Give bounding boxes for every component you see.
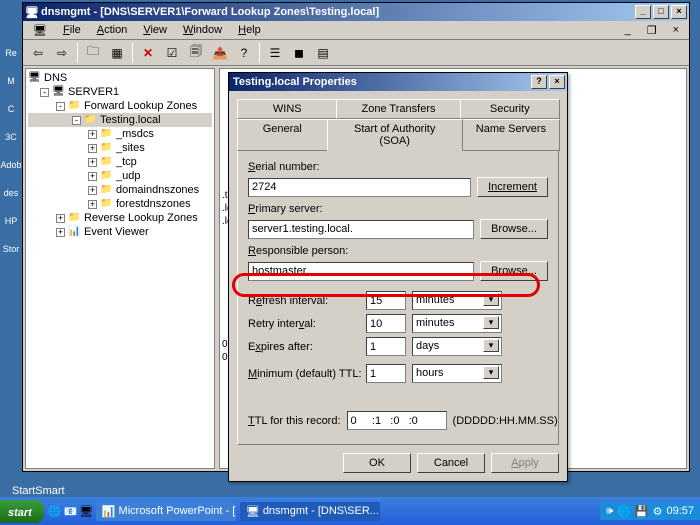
tree-flz[interactable]: -📁Forward Lookup Zones xyxy=(28,99,212,113)
taskbar-item-dnsmgmt[interactable]: 🖥dnsmgmt - [DNS\SER... xyxy=(240,502,380,521)
tree-server[interactable]: -🖥SERVER1 xyxy=(28,85,212,99)
browse-responsible-button[interactable]: Browse... xyxy=(480,261,548,281)
dialog-title: Testing.local Properties xyxy=(231,76,529,88)
menubar: 🖥 File Action View Window Help _ ❐ × xyxy=(23,21,689,40)
startsmart-label: StartSmart xyxy=(12,485,65,497)
browse-primary-button[interactable]: Browse... xyxy=(480,219,548,239)
tab-security[interactable]: Security xyxy=(460,99,560,119)
refresh-label: Refresh interval: xyxy=(248,295,360,307)
toolbar: ⇦ ⇨ 🗀 ▦ ✕ ☑ 🗐 📤 ? ☰ ◼ ▤ xyxy=(23,40,689,66)
up-button[interactable]: 🗀 xyxy=(82,42,104,64)
serial-input[interactable] xyxy=(248,178,471,197)
primary-label: Primary server: xyxy=(248,203,548,215)
filter-button[interactable]: ☰ xyxy=(264,42,286,64)
child-restore-button[interactable]: ❐ xyxy=(639,22,665,39)
app-icon-small: 🖥 xyxy=(25,22,55,39)
forward-button[interactable]: ⇨ xyxy=(51,42,73,64)
back-button[interactable]: ⇦ xyxy=(27,42,49,64)
responsible-label: Responsible person: xyxy=(248,245,548,257)
refresh-value-input[interactable] xyxy=(366,291,406,310)
desktop-icons: ReMC3CAdobdesHPStor xyxy=(0,30,22,272)
tree-pane[interactable]: 🖥DNS -🖥SERVER1 -📁Forward Lookup Zones -📁… xyxy=(25,68,215,469)
dialog-close-button[interactable]: × xyxy=(549,75,565,89)
tab-wins[interactable]: WINS xyxy=(237,99,337,119)
dialog-titlebar[interactable]: Testing.local Properties ? × xyxy=(229,73,567,91)
apply-button[interactable]: Apply xyxy=(491,453,559,473)
start-button[interactable]: start xyxy=(0,500,44,523)
tree-rlz[interactable]: +📁Reverse Lookup Zones xyxy=(28,211,212,225)
child-close-button[interactable]: × xyxy=(665,22,687,38)
help-button[interactable]: ? xyxy=(233,42,255,64)
menu-view[interactable]: View xyxy=(135,22,175,38)
tab-name-servers[interactable]: Name Servers xyxy=(462,119,560,151)
expires-value-input[interactable] xyxy=(366,337,406,356)
tab-soa[interactable]: Start of Authority (SOA) xyxy=(327,119,463,151)
maximize-button[interactable]: □ xyxy=(653,5,669,19)
menu-action[interactable]: Action xyxy=(89,22,136,38)
quick-launch-icon[interactable]: 🌐 xyxy=(48,505,62,518)
tree-sites[interactable]: +📁_sites xyxy=(28,141,212,155)
responsible-input[interactable] xyxy=(248,262,474,281)
tree-forestdns[interactable]: +📁forestdnszones xyxy=(28,197,212,211)
show-hide-button[interactable]: ▦ xyxy=(106,42,128,64)
expires-unit-dropdown[interactable]: days xyxy=(412,337,502,356)
menu-window[interactable]: Window xyxy=(175,22,230,38)
delete-button[interactable]: ✕ xyxy=(137,42,159,64)
tab-general[interactable]: General xyxy=(237,119,328,151)
properties-button[interactable]: ☑ xyxy=(161,42,183,64)
quick-launch-icon[interactable]: 📧 xyxy=(64,505,78,518)
ok-button[interactable]: OK xyxy=(343,453,411,473)
ttl-format-label: (DDDDD:HH.MM.SS) xyxy=(453,415,558,427)
increment-button[interactable]: Increment xyxy=(477,177,548,197)
cancel-button[interactable]: Cancel xyxy=(417,453,485,473)
retry-value-input[interactable] xyxy=(366,314,406,333)
ttl-record-input[interactable] xyxy=(347,411,447,430)
window-title: dnsmgmt - [DNS\SERVER1\Forward Lookup Zo… xyxy=(39,6,633,18)
taskbar-item-powerpoint[interactable]: 📊Microsoft PowerPoint - [... xyxy=(96,502,236,521)
retry-label: Retry interval: xyxy=(248,318,360,330)
tray-icon[interactable]: 💾 xyxy=(635,505,649,518)
dialog-help-button[interactable]: ? xyxy=(531,75,547,89)
min-ttl-unit-dropdown[interactable]: hours xyxy=(412,364,502,383)
tray-icon[interactable]: 🌐 xyxy=(617,505,631,518)
app-icon: 🖥 xyxy=(25,6,39,19)
system-tray[interactable]: 🕪 🌐 💾 ⚙ 09:57 xyxy=(600,503,700,520)
close-button[interactable]: × xyxy=(671,5,687,19)
tree-udp[interactable]: +📁_udp xyxy=(28,169,212,183)
main-titlebar[interactable]: 🖥 dnsmgmt - [DNS\SERVER1\Forward Lookup … xyxy=(23,3,689,21)
min-ttl-label: Minimum (default) TTL: xyxy=(248,368,360,380)
min-ttl-value-input[interactable] xyxy=(366,364,406,383)
serial-label: Serial number: xyxy=(248,161,548,173)
menu-file[interactable]: File xyxy=(55,22,89,38)
tree-msdcs[interactable]: +📁_msdcs xyxy=(28,127,212,141)
refresh-button[interactable]: 🗐 xyxy=(185,42,207,64)
taskbar: start 🌐 📧 🖥 📊Microsoft PowerPoint - [...… xyxy=(0,497,700,525)
refresh-unit-dropdown[interactable]: minutes xyxy=(412,291,502,310)
tray-clock: 09:57 xyxy=(666,505,694,517)
tray-icon[interactable]: 🕪 xyxy=(606,505,613,518)
tree-tcp[interactable]: +📁_tcp xyxy=(28,155,212,169)
tree-event-viewer[interactable]: +📊Event Viewer xyxy=(28,225,212,239)
tree-zone-testing[interactable]: -📁Testing.local xyxy=(28,113,212,127)
stop-button[interactable]: ◼ xyxy=(288,42,310,64)
tree-domaindns[interactable]: +📁domaindnszones xyxy=(28,183,212,197)
child-minimize-button[interactable]: _ xyxy=(617,22,639,38)
tree-root-dns[interactable]: 🖥DNS xyxy=(28,71,212,85)
primary-server-input[interactable] xyxy=(248,220,474,239)
tab-zone-transfers[interactable]: Zone Transfers xyxy=(336,99,460,119)
export-button[interactable]: 📤 xyxy=(209,42,231,64)
ttl-record-label: TTL for this record: xyxy=(248,415,341,427)
start-button[interactable]: ▤ xyxy=(312,42,334,64)
expires-label: Expires after: xyxy=(248,341,360,353)
tray-icon[interactable]: ⚙ xyxy=(653,505,663,518)
minimize-button[interactable]: _ xyxy=(635,5,651,19)
retry-unit-dropdown[interactable]: minutes xyxy=(412,314,502,333)
quick-launch-icon[interactable]: 🖥 xyxy=(79,505,93,518)
properties-dialog: Testing.local Properties ? × WINS Zone T… xyxy=(228,72,568,482)
menu-help[interactable]: Help xyxy=(230,22,269,38)
